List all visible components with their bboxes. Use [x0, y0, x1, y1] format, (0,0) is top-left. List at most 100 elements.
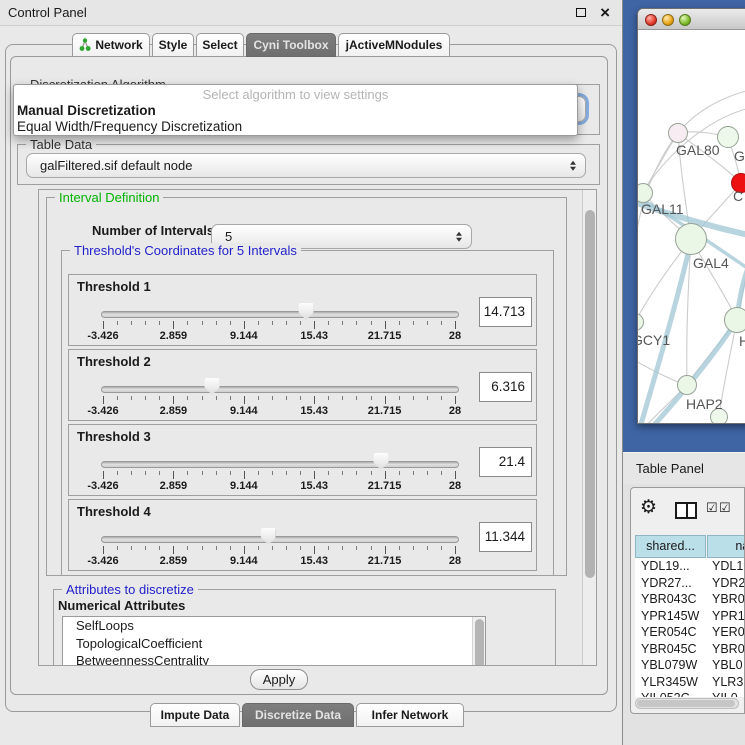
- tab-discretize-label: Discretize Data: [255, 708, 341, 722]
- tab-discretize-data[interactable]: Discretize Data: [242, 703, 354, 727]
- threshold-value-field[interactable]: 14.713: [479, 297, 532, 327]
- tab-network[interactable]: Network: [72, 33, 150, 57]
- settings-vertical-scrollbar[interactable]: [582, 190, 597, 665]
- tick-mark: [385, 546, 386, 554]
- tick-label: 28: [449, 480, 461, 492]
- tick-label: 28: [449, 555, 461, 567]
- tick-label: 2.859: [160, 405, 188, 417]
- minimize-traffic-light[interactable]: [662, 14, 674, 26]
- network-canvas[interactable]: GAL80G.GAL11CGAL4GCY1HHAP2: [638, 30, 745, 423]
- attribute-list-item[interactable]: BetweennessCentrality: [63, 652, 485, 666]
- numerical-attributes-list: SelfLoops TopologicalCoefficient Between…: [62, 616, 486, 666]
- table-data-title: Table Data: [26, 137, 96, 152]
- checkbox-icon[interactable]: ☑: [706, 500, 718, 516]
- tick-mark: [117, 471, 118, 475]
- dropdown-item-manual-discretization[interactable]: Manual Discretization: [17, 103, 156, 118]
- tick-mark: [131, 321, 132, 325]
- tab-cyni-toolbox[interactable]: Cyni Toolbox: [246, 33, 336, 57]
- dropdown-item-equal-width[interactable]: Equal Width/Frequency Discretization: [17, 119, 242, 134]
- table-data-combobox[interactable]: galFiltered.sif default node: [26, 153, 586, 178]
- table-row[interactable]: YBR043C YBR0: [635, 591, 745, 608]
- slider-track[interactable]: [101, 536, 459, 543]
- tab-select-label: Select: [202, 38, 237, 52]
- table-row[interactable]: YER054C YER0: [635, 624, 745, 641]
- tick-mark: [385, 321, 386, 329]
- tick-label: 2.859: [160, 555, 188, 567]
- tick-label: 9.144: [230, 555, 258, 567]
- table-row[interactable]: YDR27... YDR2: [635, 575, 745, 592]
- tick-mark: [314, 321, 315, 329]
- attribute-list-item[interactable]: SelfLoops: [63, 617, 485, 635]
- column-header-shared-name[interactable]: shared...: [635, 535, 706, 558]
- tick-mark: [399, 471, 400, 475]
- threshold-label: Threshold 2: [77, 354, 151, 369]
- close-traffic-light[interactable]: [645, 14, 657, 26]
- tick-mark: [272, 471, 273, 475]
- tick-mark: [173, 321, 174, 329]
- tick-mark: [286, 321, 287, 325]
- table-row[interactable]: YBL079W YBL0: [635, 657, 745, 674]
- dropdown-placeholder-item[interactable]: Select algorithm to view settings: [14, 87, 577, 102]
- threshold-box: Threshold 3 -3.4262.8599.14415.4321.7152…: [68, 424, 537, 496]
- cell-shared-name: YIL052C: [641, 690, 712, 697]
- tick-mark: [173, 471, 174, 479]
- apply-button[interactable]: Apply: [250, 669, 308, 690]
- network-window-titlebar[interactable]: [638, 9, 745, 30]
- tab-impute-data[interactable]: Impute Data: [150, 703, 240, 727]
- tick-mark: [300, 321, 301, 325]
- table-row[interactable]: YLR345W YLR3: [635, 674, 745, 691]
- table-horizontal-scrollbar[interactable]: [635, 698, 739, 709]
- tick-mark: [342, 471, 343, 475]
- network-node-label: H: [739, 333, 745, 349]
- network-icon: [79, 36, 91, 58]
- attribute-list-scrollbar[interactable]: [472, 617, 485, 666]
- tab-style[interactable]: Style: [152, 33, 194, 57]
- tick-mark: [216, 321, 217, 325]
- close-icon[interactable]: ×: [600, 1, 610, 25]
- threshold-value-field[interactable]: 11.344: [479, 522, 532, 552]
- slider-tick-labels: -3.4262.8599.14415.4321.71528: [103, 330, 455, 342]
- tick-mark: [399, 546, 400, 550]
- tick-label: 15.43: [300, 555, 328, 567]
- tick-mark: [356, 321, 357, 325]
- network-node[interactable]: [677, 375, 697, 395]
- table-row[interactable]: YPR145W YPR1: [635, 608, 745, 625]
- network-node[interactable]: [675, 223, 707, 255]
- split-columns-icon[interactable]: [675, 502, 697, 519]
- tick-mark: [244, 546, 245, 554]
- tick-mark: [413, 321, 414, 325]
- tick-label: 28: [449, 330, 461, 342]
- network-node[interactable]: [668, 123, 688, 143]
- network-node[interactable]: [638, 313, 644, 331]
- table-row[interactable]: YIL052C YIL0: [635, 690, 745, 697]
- table-row[interactable]: YDL19... YDL1: [635, 558, 745, 575]
- network-node-label: GAL11: [641, 201, 684, 217]
- cell-name: YIL0: [712, 690, 738, 697]
- threshold-value-field[interactable]: 6.316: [479, 372, 532, 402]
- tick-mark: [216, 396, 217, 400]
- tick-label: 15.43: [300, 405, 328, 417]
- tick-label: 21.715: [368, 330, 402, 342]
- slider-track[interactable]: [101, 461, 459, 468]
- float-window-icon[interactable]: [576, 8, 586, 17]
- column-header-name[interactable]: name: [707, 535, 745, 558]
- table-row[interactable]: YBR045C YBR0: [635, 641, 745, 658]
- right-side-panels: GAL80G.GAL11CGAL4GCY1HHAP2 Table Panel ⚙…: [623, 0, 745, 745]
- attribute-list-item[interactable]: TopologicalCoefficient: [63, 635, 485, 653]
- tick-mark: [159, 321, 160, 325]
- zoom-traffic-light[interactable]: [679, 14, 691, 26]
- network-node[interactable]: [724, 307, 745, 333]
- slider-track[interactable]: [101, 311, 459, 318]
- checkbox-icon[interactable]: ☑: [719, 500, 731, 516]
- threshold-value-field[interactable]: 21.4: [479, 447, 532, 477]
- tick-mark: [131, 396, 132, 400]
- network-node[interactable]: [717, 126, 739, 148]
- gear-icon[interactable]: ⚙: [640, 496, 657, 519]
- network-window: GAL80G.GAL11CGAL4GCY1HHAP2: [637, 8, 745, 424]
- tab-select[interactable]: Select: [196, 33, 244, 57]
- tick-mark: [356, 471, 357, 475]
- slider-track[interactable]: [101, 386, 459, 393]
- network-node[interactable]: [638, 183, 653, 203]
- tab-infer-network[interactable]: Infer Network: [356, 703, 464, 727]
- tab-jactivemnodules[interactable]: jActiveMNodules: [338, 33, 450, 57]
